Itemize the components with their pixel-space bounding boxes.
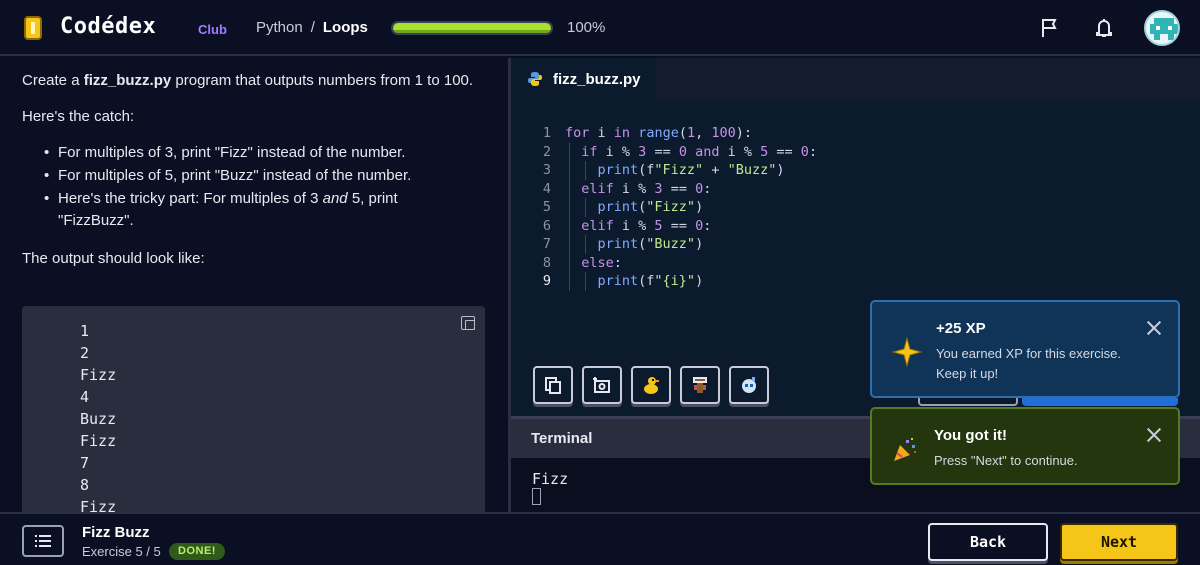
progress-label: 100% — [567, 19, 606, 36]
line-number: 8 — [542, 254, 551, 271]
code-line: elif i % 5 == 0: — [581, 217, 712, 234]
reset-button[interactable] — [918, 398, 1018, 406]
code-line: elif i % 3 == 0: — [581, 180, 712, 197]
breadcrumb-separator: / — [310, 19, 315, 36]
xp-toast-title: +25 XP — [936, 320, 986, 337]
logo-text[interactable]: Codédex — [60, 14, 156, 39]
line-number: 7 — [542, 236, 551, 252]
line-number: 5 — [542, 199, 551, 215]
tab-fizz-buzz[interactable]: fizz_buzz.py — [511, 58, 656, 100]
party-popper-icon — [894, 438, 916, 461]
rule-item: Here's the tricky part: For multiples of… — [44, 188, 477, 232]
progress-bar — [391, 21, 553, 35]
lesson-intro: Create a fizz_buzz.py program that outpu… — [22, 70, 477, 92]
copy-icon[interactable] — [533, 366, 573, 404]
python-icon — [528, 72, 542, 86]
catch-heading: Here's the catch: — [22, 108, 135, 125]
bottom-bar: Fizz Buzz Exercise 5 / 5 DONE! Back Next — [0, 512, 1200, 565]
code-line: print("Fizz") — [597, 199, 704, 215]
dev-tools-icon[interactable] — [680, 366, 720, 404]
expected-output-box: 1 2 Fizz 4 Buzz Fizz 7 8 Fizz — [22, 306, 485, 512]
line-number: 4 — [542, 180, 551, 197]
flag-icon[interactable] — [1036, 14, 1064, 42]
breadcrumb-chapter[interactable]: Loops — [323, 19, 368, 36]
breadcrumb-course[interactable]: Python — [256, 19, 303, 36]
top-bar: Codédex Club Python / Loops 100% — [0, 0, 1200, 56]
back-button[interactable]: Back — [928, 523, 1048, 561]
exercise-menu-button[interactable] — [22, 525, 64, 557]
assistant-icon[interactable] — [729, 366, 769, 404]
xp-toast: +25 XP You earned XP for this exercise. … — [870, 300, 1180, 398]
success-toast: You got it! Press "Next" to continue. — [870, 407, 1180, 485]
xp-toast-message: You earned XP for this exercise. Keep it… — [936, 346, 1122, 381]
code-line: print(f"Fizz" + "Buzz") — [597, 162, 785, 178]
avatar[interactable] — [1144, 10, 1180, 46]
coin-logo-icon[interactable] — [24, 16, 42, 40]
intro-filename: fizz_buzz.py — [83, 72, 172, 89]
terminal-cursor[interactable] — [532, 488, 541, 505]
line-number: 2 — [542, 143, 551, 160]
output-label: The output should look like: — [22, 250, 205, 267]
club-badge: Club — [198, 22, 227, 37]
intro-text: Create a — [22, 72, 84, 89]
line-number: 6 — [542, 217, 551, 234]
run-button[interactable] — [1022, 398, 1178, 406]
rule3-text: Here's the tricky part: For multiples of… — [58, 190, 323, 207]
line-number: 9 — [542, 273, 551, 289]
code-line: for i in range(1, 100): — [565, 125, 753, 141]
screenshot-icon[interactable] — [582, 366, 622, 404]
progress-fill — [393, 23, 551, 33]
exercise-count: Exercise 5 / 5 — [82, 544, 161, 559]
line-number: 3 — [542, 162, 551, 178]
rule-item: For multiples of 5, print "Buzz" instead… — [44, 165, 477, 187]
lesson-text: Create a fizz_buzz.py program that outpu… — [22, 70, 477, 284]
code-line: if i % 3 == 0 and i % 5 == 0: — [581, 143, 818, 160]
editor-tab-bar: fizz_buzz.py — [511, 58, 1200, 100]
rules-list: For multiples of 3, print "Fizz" instead… — [44, 142, 477, 232]
exercise-title: Fizz Buzz — [82, 524, 150, 541]
code-line: print("Buzz") — [597, 236, 704, 252]
tab-label: fizz_buzz.py — [553, 70, 641, 88]
next-button[interactable]: Next — [1060, 523, 1178, 561]
bell-icon[interactable] — [1090, 14, 1118, 42]
expected-output-text: 1 2 Fizz 4 Buzz Fizz 7 8 Fizz — [80, 322, 117, 512]
line-number: 1 — [542, 125, 551, 141]
breadcrumb: Python / Loops — [256, 19, 368, 36]
code-line: else: — [581, 254, 622, 271]
close-icon[interactable] — [1146, 320, 1162, 336]
success-toast-message: Press "Next" to continue. — [934, 453, 1078, 468]
list-icon — [35, 535, 51, 547]
terminal-output: Fizz — [532, 470, 569, 488]
code-line: print(f"{i}") — [597, 273, 704, 289]
rubber-duck-icon[interactable] — [631, 366, 671, 404]
rule3-emphasis: and — [322, 190, 348, 207]
copy-icon[interactable] — [461, 316, 475, 330]
rule-item: For multiples of 3, print "Fizz" instead… — [44, 142, 477, 164]
status-badge: DONE! — [169, 543, 225, 560]
lesson-panel: Create a fizz_buzz.py program that outpu… — [0, 58, 508, 512]
sparkle-icon — [892, 337, 922, 367]
close-icon[interactable] — [1146, 427, 1162, 443]
intro-text-end: program that outputs numbers from 1 to 1… — [171, 72, 474, 89]
editor-toolbar — [533, 366, 769, 404]
success-toast-title: You got it! — [934, 427, 1008, 444]
